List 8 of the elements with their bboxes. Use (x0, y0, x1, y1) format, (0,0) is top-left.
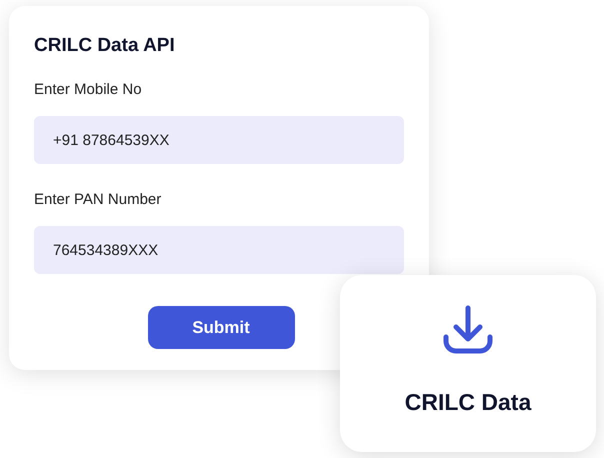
field-label: Enter Mobile No (34, 80, 143, 100)
field-label: Enter PAN Number (34, 190, 162, 210)
form-title: CRILC Data API (34, 34, 176, 58)
input-field[interactable]: 764534389XXX (34, 226, 404, 274)
download-icon (442, 305, 494, 355)
download-label: CRILC Data (404, 388, 532, 417)
input-field[interactable]: +91 87864539XX (34, 116, 404, 164)
submit-button[interactable]: Submit (148, 306, 294, 349)
